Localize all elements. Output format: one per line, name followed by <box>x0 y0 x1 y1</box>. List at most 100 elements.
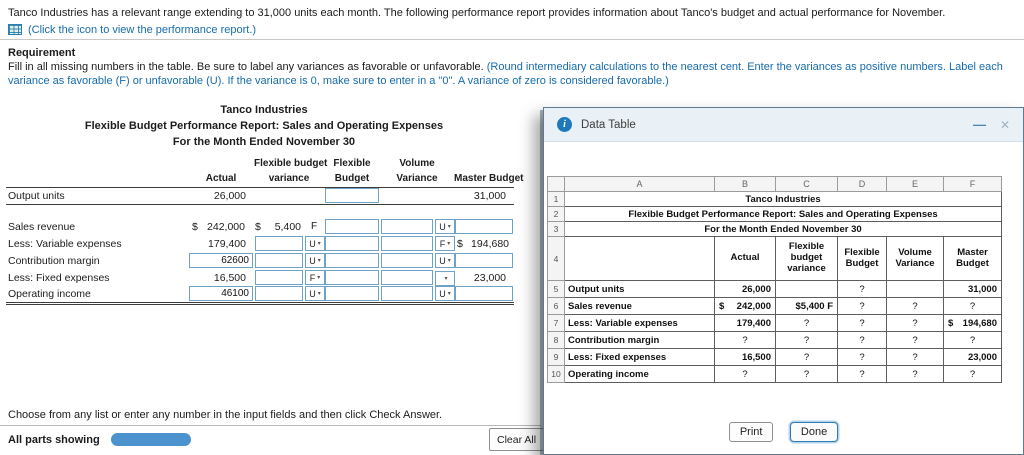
dt-r7-volume-variance: ? <box>886 314 944 332</box>
fixed-expenses-variance-selected: F <box>309 272 316 283</box>
col-header-f: F <box>943 176 1002 192</box>
dt-r6-actual-currency: $ <box>719 300 725 312</box>
corner-cell <box>547 176 565 192</box>
worksheet-title-report: Flexible Budget Performance Report: Sale… <box>84 120 444 132</box>
sales-revenue-variance-value: $ 5,400 <box>255 221 303 233</box>
contribution-margin-volume-variance-select[interactable]: U <box>435 253 455 268</box>
sales-revenue-master-budget-input[interactable] <box>455 219 514 234</box>
info-icon: i <box>557 117 572 132</box>
dt-r7-label: Less: Variable expenses <box>564 314 715 332</box>
contribution-margin-volume-variance-selected: U <box>439 255 446 266</box>
worksheet-header-row-2: Actual variance Budget Variance Master B… <box>6 171 523 188</box>
dt-header-flexible-budget-variance: Flexible budget variance <box>775 236 838 281</box>
worksheet-header-row-1: Flexible budget Flexible Volume <box>6 156 514 171</box>
dt-r8-actual: ? <box>714 331 776 349</box>
row-number-9: 9 <box>547 348 565 366</box>
sales-revenue-flexible-budget-input[interactable] <box>325 219 379 234</box>
operating-income-variance-select[interactable]: U <box>305 286 325 302</box>
worksheet-spacer <box>6 204 514 218</box>
header-flexible-budget-bottom: Budget <box>324 171 380 188</box>
fixed-expenses-volume-variance-select[interactable] <box>435 270 455 286</box>
progress-indicator <box>111 433 191 446</box>
variable-expenses-volume-variance-input[interactable] <box>381 236 433 251</box>
sales-revenue-variance-flag: F <box>310 221 318 232</box>
sales-revenue-volume-variance-input[interactable] <box>381 219 433 234</box>
output-units-label: Output units <box>6 187 188 205</box>
contribution-margin-master-budget-input[interactable] <box>455 253 514 268</box>
contribution-margin-variance-select[interactable]: U <box>305 253 325 268</box>
performance-report-link[interactable]: (Click the icon to view the performance … <box>28 24 256 36</box>
dt-r8-label: Contribution margin <box>564 331 715 349</box>
dt-r5-label: Output units <box>564 280 715 298</box>
fixed-expenses-flexible-budget-input[interactable] <box>325 270 379 285</box>
instruction-text: Choose from any list or enter any number… <box>8 409 443 421</box>
dt-r10-actual: ? <box>714 365 776 383</box>
row-fixed-expenses: Less: Fixed expenses 16,500 F 23,000 <box>6 269 514 286</box>
requirement-heading: Requirement <box>8 47 76 59</box>
fixed-expenses-variance-input[interactable] <box>255 270 303 285</box>
col-header-d: D <box>837 176 887 192</box>
fixed-expenses-variance-select[interactable]: F <box>305 270 325 285</box>
fixed-expenses-volume-variance-input[interactable] <box>381 270 433 285</box>
dt-header-flexible-budget: Flexible Budget <box>837 236 887 281</box>
close-icon[interactable]: ✕ <box>1000 119 1010 131</box>
sales-revenue-variance-amount: 5,400 <box>274 220 301 233</box>
report-link-row: (Click the icon to view the performance … <box>8 23 256 36</box>
dt-r10-label: Operating income <box>564 365 715 383</box>
operating-income-variance-selected: U <box>309 288 316 299</box>
variable-expenses-flexible-budget-input[interactable] <box>325 236 379 251</box>
variable-expenses-variance-select[interactable]: U <box>305 236 325 251</box>
dt-r7-master-amount: 194,680 <box>962 317 997 329</box>
contribution-margin-actual-input[interactable] <box>189 253 253 268</box>
data-table: A B C D E F 1 Tanco Industries 2 Flexibl… <box>547 176 1002 383</box>
operating-income-label: Operating income <box>6 286 188 305</box>
contribution-margin-volume-variance-input[interactable] <box>381 253 433 268</box>
performance-report-icon[interactable] <box>8 24 22 35</box>
row-number-2: 2 <box>547 206 565 222</box>
row-number-5: 5 <box>547 280 565 298</box>
dt-header-volume-variance: Volume Variance <box>886 236 944 281</box>
clear-all-button[interactable]: Clear All <box>489 428 545 451</box>
minimize-icon[interactable]: — <box>973 118 986 131</box>
operating-income-volume-variance-input[interactable] <box>381 286 433 302</box>
dt-r5-master: 31,000 <box>943 280 1002 298</box>
dt-header-actual: Actual <box>714 236 776 281</box>
operating-income-actual-input[interactable] <box>189 286 253 302</box>
col-header-e: E <box>886 176 944 192</box>
dt-r7-flexible-budget: ? <box>837 314 887 332</box>
print-button[interactable]: Print <box>728 422 774 442</box>
dt-r8-master: ? <box>943 331 1002 349</box>
operating-income-master-budget-input[interactable] <box>455 286 514 302</box>
row-number-10: 10 <box>547 365 565 383</box>
output-units-flexible-budget-input[interactable] <box>325 188 379 203</box>
dt-r7-actual: 179,400 <box>714 314 776 332</box>
dt-header-master-budget: Master Budget <box>943 236 1002 281</box>
all-parts-label: All parts showing <box>8 434 100 446</box>
dt-row-8: 8 Contribution margin ? ? ? ? ? <box>547 331 1002 349</box>
variable-expenses-volume-variance-select[interactable]: F <box>435 236 455 251</box>
intro-text: Tanco Industries has a relevant range ex… <box>8 7 946 19</box>
dt-r10-master: ? <box>943 365 1002 383</box>
sales-revenue-volume-variance-select[interactable]: U <box>435 219 455 234</box>
contribution-margin-variance-input[interactable] <box>255 253 303 268</box>
contribution-margin-variance-selected: U <box>309 255 316 266</box>
done-button[interactable]: Done <box>789 422 839 442</box>
header-volume-variance-bottom: Variance <box>380 171 455 188</box>
dt-r6-label: Sales revenue <box>564 297 715 315</box>
operating-income-variance-input[interactable] <box>255 286 303 302</box>
dt-r8-volume-variance: ? <box>886 331 944 349</box>
requirement-text-main: Fill in all missing numbers in the table… <box>8 61 487 73</box>
top-divider <box>0 39 1024 40</box>
variable-expenses-master-value: $ 194,680 <box>455 238 513 250</box>
dt-row-7: 7 Less: Variable expenses 179,400 ? ? ? … <box>547 314 1002 332</box>
variable-expenses-variance-selected: U <box>309 238 316 249</box>
operating-income-volume-variance-select[interactable]: U <box>435 286 455 302</box>
header-flexible-budget-variance-top: Flexible budget <box>254 158 328 169</box>
contribution-margin-flexible-budget-input[interactable] <box>325 253 379 268</box>
variable-expenses-variance-input[interactable] <box>255 236 303 251</box>
dt-row-4: 4 Actual Flexible budget variance Flexib… <box>547 236 1002 281</box>
dt-r5-volume-variance <box>886 280 944 298</box>
dt-title-period: For the Month Ended November 30 <box>564 221 1002 237</box>
row-number-7: 7 <box>547 314 565 332</box>
operating-income-flexible-budget-input[interactable] <box>325 286 379 302</box>
